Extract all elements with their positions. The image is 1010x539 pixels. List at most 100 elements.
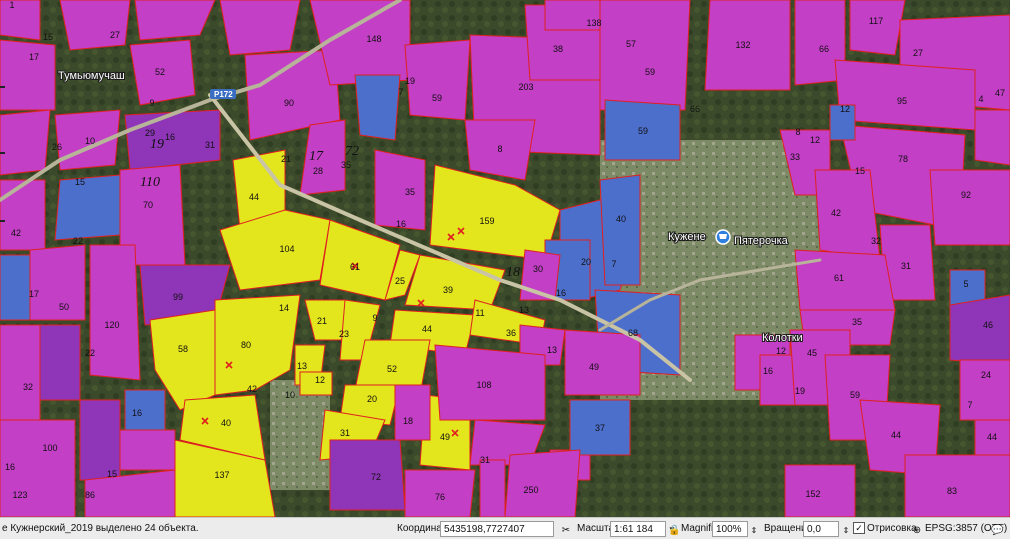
map-svg[interactable]: Р172 19 110 17 72 18 127151752929 1631261…: [0, 0, 1010, 517]
status-bar: е Кужнерский_2019 выделено 24 объекта. К…: [0, 517, 1010, 539]
extents-toggle-icon[interactable]: ✂: [560, 523, 572, 539]
map-canvas[interactable]: Р172 19 110 17 72 18 1 27 15 17 52 9 29 16 31 26 1…: [0, 0, 1010, 517]
parcel[interactable]: [29, 244, 86, 321]
parcel[interactable]: [0, 39, 56, 111]
village-area-2: [270, 380, 330, 490]
parcel-label: 28: [313, 166, 323, 176]
parcel[interactable]: [794, 249, 896, 311]
parcel[interactable]: [119, 429, 176, 471]
messages-icon[interactable]: 💬: [991, 523, 1003, 539]
parcel[interactable]: [814, 169, 881, 261]
scale-combo[interactable]: 1:61 184: [610, 521, 666, 537]
parcel[interactable]: [39, 324, 81, 401]
parcel[interactable]: [394, 384, 431, 441]
magnifier-field[interactable]: 100%: [712, 521, 748, 537]
parcel-label: 58: [178, 344, 188, 354]
parcel-label: 59: [638, 126, 648, 136]
parcel-label: 7: [967, 400, 972, 410]
parcel-label: 80: [241, 340, 251, 350]
handwriting-mark: 18: [506, 265, 520, 280]
parcel-label: 49: [589, 362, 599, 372]
parcel-label: 15: [107, 469, 117, 479]
parcel[interactable]: [219, 0, 301, 56]
rotation-field[interactable]: 0,0: [803, 521, 839, 537]
parcel[interactable]: [59, 0, 131, 51]
parcel-label: 10: [285, 390, 295, 400]
parcel[interactable]: [0, 254, 31, 321]
parcel-label: 120: [104, 320, 119, 330]
rotation-spin-icon[interactable]: ⇕: [840, 523, 852, 539]
parcel-label: 9: [372, 313, 377, 323]
parcel-label: 19: [795, 386, 805, 396]
parcel[interactable]: [54, 174, 121, 241]
parcel-label: 32: [23, 382, 33, 392]
parcel-label: 5: [963, 279, 968, 289]
parcel[interactable]: [479, 459, 506, 517]
parcel-label: 20: [581, 257, 591, 267]
parcel[interactable]: [849, 0, 906, 56]
parcel[interactable]: [79, 399, 121, 481]
parcel-label: 44: [987, 432, 997, 442]
parcel-label: 15: [75, 177, 85, 187]
panel-splitter-tick: [0, 86, 5, 88]
parcel-label: 4: [978, 94, 983, 104]
parcel-label: 47: [995, 88, 1005, 98]
parcel-label: 59: [850, 390, 860, 400]
parcel-label: 19: [405, 76, 415, 86]
parcel[interactable]: [599, 174, 641, 286]
parcel[interactable]: [0, 324, 41, 421]
parcel-label: 9: [149, 98, 154, 108]
parcel-label: 7: [611, 259, 616, 269]
parcel[interactable]: [329, 439, 406, 511]
place-label: Кужене: [668, 231, 706, 243]
parcel-label: 52: [155, 67, 165, 77]
magnifier-spin-icon[interactable]: ⇕: [748, 523, 760, 539]
render-checkbox[interactable]: ✓: [853, 521, 865, 537]
parcel-label: 16: [165, 132, 175, 142]
parcel-label: 66: [819, 44, 829, 54]
parcel-label: 138: [586, 18, 601, 28]
lock-scale-icon[interactable]: 🔒: [668, 523, 680, 539]
parcel-label: 203: [518, 82, 533, 92]
parcel[interactable]: [834, 59, 976, 131]
parcel-label: 25: [395, 276, 405, 286]
parcel-label: 1: [9, 0, 14, 10]
parcel-label: 70: [143, 200, 153, 210]
parcel-label: 72: [371, 472, 381, 482]
parcel-label: 95: [897, 96, 907, 106]
parcel-label: 37: [595, 423, 605, 433]
parcel-label: 36: [506, 328, 516, 338]
parcel[interactable]: [89, 244, 141, 381]
parcel-label: 40: [616, 214, 626, 224]
parcel[interactable]: [354, 74, 401, 141]
crs-globe-icon[interactable]: ⊕: [911, 523, 923, 539]
handwriting-mark: 110: [140, 175, 160, 190]
parcel-label: 16: [396, 219, 406, 229]
parcel[interactable]: [0, 179, 46, 251]
parcel-label: 16: [132, 408, 142, 418]
parcel[interactable]: [0, 0, 41, 41]
coords-field[interactable]: 5435198,7727407: [440, 521, 554, 537]
parcel[interactable]: [974, 109, 1010, 166]
parcel[interactable]: [374, 149, 426, 231]
parcel-label: 31: [205, 140, 215, 150]
parcel-label: 15: [855, 166, 865, 176]
parcel[interactable]: [504, 449, 581, 517]
parcel-label: 21: [317, 316, 327, 326]
parcel-label: 16: [5, 462, 15, 472]
parcel-label: 49: [440, 432, 450, 442]
parcel[interactable]: [929, 169, 1010, 246]
parcel[interactable]: [564, 329, 641, 396]
parcel-label: 24: [981, 370, 991, 380]
parcel[interactable]: [949, 294, 1010, 366]
parcel-label: 13: [297, 361, 307, 371]
parcel-label: 32: [871, 236, 881, 246]
parcel-label: 17: [29, 52, 39, 62]
poi-pin-icon[interactable]: [715, 229, 731, 245]
parcel[interactable]: [0, 109, 51, 176]
parcel[interactable]: [904, 454, 1010, 517]
parcel[interactable]: [599, 0, 691, 111]
parcel-label: 44: [422, 324, 432, 334]
parcel[interactable]: [959, 359, 1010, 421]
parcel-label: 59: [432, 93, 442, 103]
